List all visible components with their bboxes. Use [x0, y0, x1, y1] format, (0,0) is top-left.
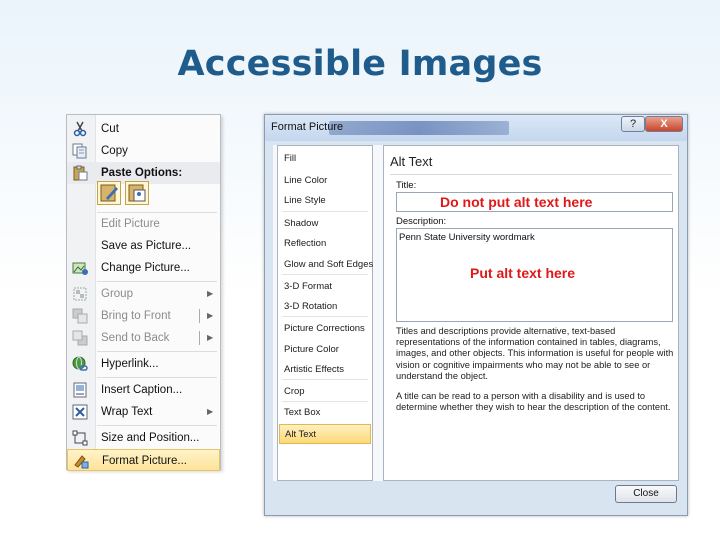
menu-item-label: Insert Caption...	[101, 384, 183, 396]
group-icon	[72, 286, 88, 302]
nav-separator	[282, 401, 368, 402]
description-label: Description:	[396, 216, 447, 227]
menu-item-copy[interactable]: Copy	[67, 140, 220, 162]
nav-item-line-color[interactable]: Line Color	[279, 171, 371, 191]
menu-item-label: Send to Back	[101, 332, 170, 344]
globe-link-icon	[72, 356, 88, 372]
send-back-icon	[72, 330, 88, 346]
help-paragraph-2: A title can be read to a person with a d…	[396, 391, 671, 413]
help-paragraph-1: Titles and descriptions provide alternat…	[396, 326, 674, 381]
dialog-body: Fill Line Color Line Style Shadow Reflec…	[273, 145, 679, 481]
slide-title: Accessible Images	[177, 44, 543, 84]
nav-item-3d-format[interactable]: 3-D Format	[279, 277, 371, 297]
menu-separator	[97, 425, 217, 426]
submenu-arrow-icon: ▶	[207, 333, 214, 342]
menu-item-label: Hyperlink...	[101, 358, 159, 370]
nav-separator	[282, 316, 368, 317]
menu-item-bring-to-front[interactable]: Bring to Front ▶	[67, 305, 220, 327]
window-close-button[interactable]: X	[645, 116, 683, 132]
menu-separator	[97, 351, 217, 352]
caption-icon	[72, 382, 88, 398]
bring-front-icon	[72, 308, 88, 324]
menu-separator	[97, 377, 217, 378]
dialog-title: Format Picture	[271, 121, 344, 133]
wrap-text-icon	[72, 404, 88, 420]
nav-separator	[282, 379, 368, 380]
paste-options-row	[97, 181, 157, 211]
menu-item-label: Cut	[101, 123, 119, 135]
menu-item-change-picture[interactable]: Change Picture...	[67, 257, 220, 279]
menu-item-label: Bring to Front	[101, 310, 171, 322]
menu-item-label: Edit Picture	[101, 218, 160, 230]
dialog-titlebar[interactable]: Format Picture ? X	[265, 115, 687, 141]
titlebar-glass	[329, 121, 509, 135]
menu-item-group[interactable]: Group ▶	[67, 283, 220, 305]
description-annotation: Put alt text here	[470, 265, 576, 281]
menu-item-label: Format Picture...	[102, 455, 187, 467]
split-divider	[199, 309, 200, 323]
pane-heading: Alt Text	[390, 154, 433, 169]
nav-item-glow-soft-edges[interactable]: Glow and Soft Edges	[279, 255, 373, 275]
menu-item-edit-picture[interactable]: Edit Picture	[67, 213, 220, 235]
split-divider	[199, 331, 200, 345]
context-menu: Cut Copy Paste Options: Edit Picture Sav…	[66, 114, 221, 471]
submenu-arrow-icon: ▶	[207, 311, 214, 320]
category-list: Fill Line Color Line Style Shadow Reflec…	[277, 145, 373, 481]
nav-item-3d-rotation[interactable]: 3-D Rotation	[279, 297, 371, 317]
size-position-icon	[72, 430, 88, 446]
nav-item-reflection[interactable]: Reflection	[279, 234, 371, 254]
nav-item-alt-text[interactable]: Alt Text	[279, 424, 371, 444]
menu-separator	[97, 281, 217, 282]
nav-item-shadow[interactable]: Shadow	[279, 214, 371, 234]
menu-item-insert-caption[interactable]: Insert Caption...	[67, 379, 220, 401]
menu-item-send-to-back[interactable]: Send to Back ▶	[67, 327, 220, 349]
menu-item-label: Size and Position...	[101, 432, 200, 444]
description-value: Penn State University wordmark	[399, 232, 535, 243]
menu-item-label: Copy	[101, 145, 128, 157]
menu-item-format-picture[interactable]: Format Picture...	[67, 449, 220, 471]
menu-item-hyperlink[interactable]: Hyperlink...	[67, 353, 220, 375]
nav-item-text-box[interactable]: Text Box	[279, 403, 371, 423]
nav-item-picture-color[interactable]: Picture Color	[279, 340, 371, 360]
nav-item-picture-corrections[interactable]: Picture Corrections	[279, 319, 371, 339]
format-picture-dialog: Format Picture ? X Fill Line Color Line …	[264, 114, 688, 516]
close-button[interactable]: Close	[615, 485, 677, 503]
format-picture-icon	[73, 453, 89, 469]
copy-icon	[72, 143, 88, 159]
clipboard-icon	[72, 165, 88, 181]
nav-separator	[282, 274, 368, 275]
submenu-arrow-icon: ▶	[207, 407, 214, 416]
title-label: Title:	[396, 180, 417, 191]
menu-item-label: Save as Picture...	[101, 240, 192, 252]
menu-item-label: Change Picture...	[101, 262, 190, 274]
menu-item-save-as-picture[interactable]: Save as Picture...	[67, 235, 220, 257]
menu-item-label: Wrap Text	[101, 406, 153, 418]
paste-picture-icon[interactable]	[97, 181, 121, 205]
alt-text-pane: Alt Text Title: Do not put alt text here…	[383, 145, 679, 481]
menu-item-size-and-position[interactable]: Size and Position...	[67, 427, 220, 449]
title-annotation: Do not put alt text here	[440, 194, 593, 210]
menu-item-cut[interactable]: Cut	[67, 118, 220, 140]
submenu-arrow-icon: ▶	[207, 289, 214, 298]
heading-rule	[390, 174, 672, 175]
scissors-icon	[72, 121, 88, 137]
nav-item-crop[interactable]: Crop	[279, 382, 371, 402]
menu-item-label: Group	[101, 288, 133, 300]
menu-item-wrap-text[interactable]: Wrap Text ▶	[67, 401, 220, 423]
paste-image-icon[interactable]	[125, 181, 149, 205]
nav-separator	[282, 211, 368, 212]
nav-item-fill[interactable]: Fill	[279, 149, 371, 169]
help-button[interactable]: ?	[621, 116, 645, 132]
nav-item-artistic-effects[interactable]: Artistic Effects	[279, 360, 371, 380]
change-picture-icon	[72, 260, 88, 276]
nav-item-line-style[interactable]: Line Style	[279, 191, 371, 211]
